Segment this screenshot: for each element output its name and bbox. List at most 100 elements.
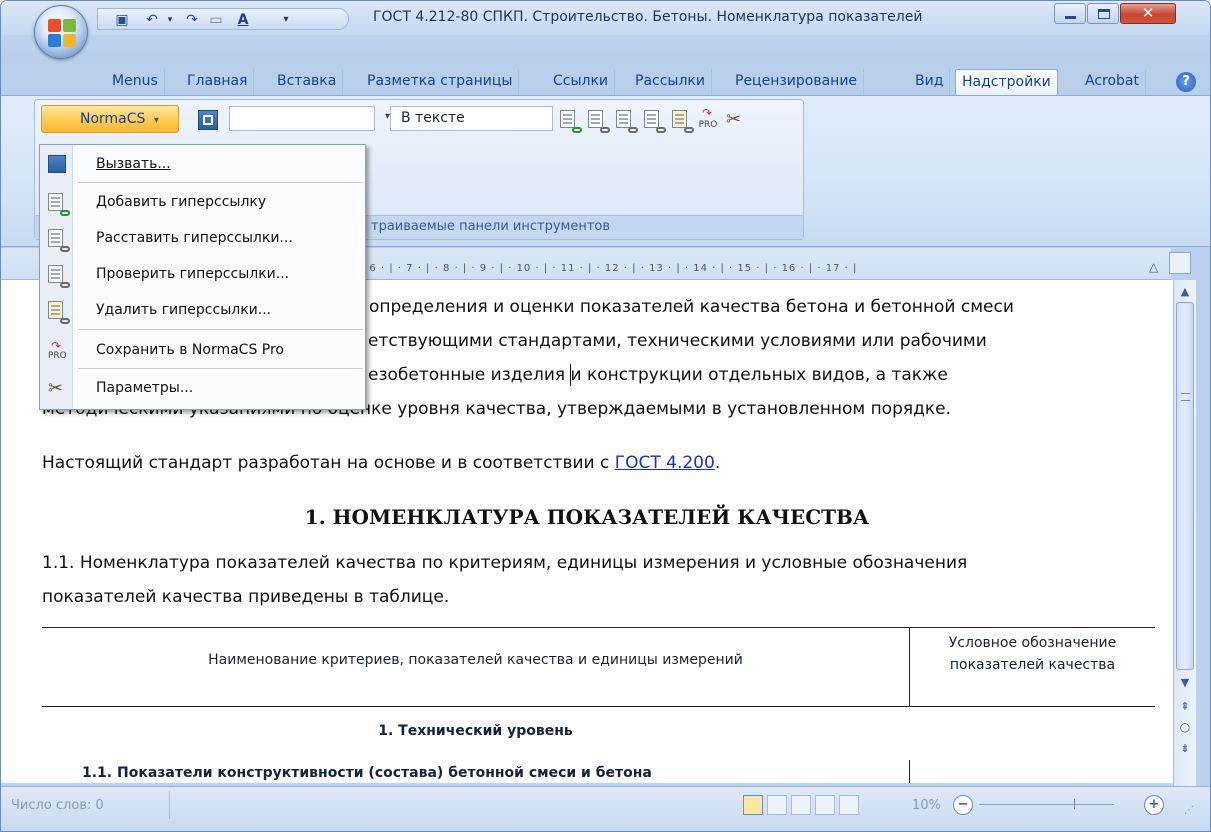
- place-hyperlinks-icon[interactable]: [586, 110, 610, 133]
- menu-item-settings[interactable]: ✂ Параметры...: [40, 373, 365, 405]
- office-button[interactable]: [34, 5, 88, 59]
- tab-page-layout[interactable]: Разметка страницы: [361, 69, 520, 95]
- save-icon[interactable]: ▣: [114, 12, 130, 28]
- quick-access-toolbar: ▣ ↶ ▾ ↷ ▭ A ▾: [97, 8, 349, 30]
- menu-item-call[interactable]: Вызвать...: [40, 149, 365, 181]
- help-icon[interactable]: ?: [1176, 72, 1196, 92]
- save-pro-icon: ↷ PRO: [48, 339, 67, 361]
- scroll-thumb[interactable]: [1176, 302, 1194, 670]
- doc-paragraph-2: Настоящий стандарт разработан на основе …: [42, 453, 720, 473]
- settings-icon[interactable]: ✂: [726, 110, 746, 130]
- draft-view-icon[interactable]: [839, 795, 859, 815]
- next-page-icon[interactable]: ⇟: [1178, 742, 1192, 755]
- menu-item-save-pro[interactable]: ↷ PRO Сохранить в NormaCS Pro: [40, 335, 365, 367]
- edit-hyperlinks-icon[interactable]: [642, 110, 666, 133]
- vertical-scrollbar[interactable]: ▲ ▼ ⇞ ○ ⇟: [1173, 280, 1196, 786]
- grip-icon: [1181, 393, 1190, 401]
- menu-item-add-hyperlink[interactable]: Добавить гиперссылку: [40, 187, 365, 219]
- menu-item-label: Расставить гиперссылки...: [96, 230, 293, 246]
- check-hyperlinks-icon[interactable]: [614, 110, 638, 133]
- combo-value: В тексте: [401, 110, 465, 126]
- zoom-mid-tick: [1074, 799, 1075, 809]
- undo-icon[interactable]: ↶: [144, 12, 160, 28]
- normacs-call-icon: [48, 155, 66, 173]
- zoom-level[interactable]: 10%: [912, 798, 941, 813]
- menu-item-label: Сохранить в NormaCS Pro: [96, 342, 284, 358]
- maximize-button[interactable]: [1087, 3, 1119, 24]
- normacs-call-icon[interactable]: [198, 110, 218, 130]
- office-logo-icon: [48, 19, 76, 47]
- normacs-dropdown-button[interactable]: NormaCS ▾: [41, 105, 179, 133]
- table-row-constructive: 1.1. Показатели конструктивности (состав…: [82, 765, 652, 781]
- doc-line-1: определения и оценки показателей качеств…: [369, 297, 1014, 317]
- table-column-divider-2: [909, 760, 910, 783]
- tab-review[interactable]: Рецензирование: [729, 69, 865, 95]
- full-screen-reading-icon[interactable]: [767, 795, 787, 815]
- delete-hyperlinks-icon[interactable]: [670, 110, 694, 133]
- word-count[interactable]: Число слов: 0: [11, 798, 104, 813]
- tab-view[interactable]: Вид: [909, 69, 951, 95]
- close-button[interactable]: ✕: [1120, 3, 1176, 24]
- tab-home[interactable]: Главная: [181, 69, 255, 95]
- menu-item-label: Параметры...: [96, 380, 194, 396]
- word-window: ▣ ↶ ▾ ↷ ▭ A ▾ ГОСТ 4.212-80 СПКП. Строит…: [0, 0, 1211, 832]
- close-icon: ✕: [1141, 4, 1155, 22]
- table-header-col2: Условное обозначение показателей качеств…: [948, 635, 1117, 673]
- minimize-button[interactable]: [1054, 3, 1086, 24]
- text-cursor: [570, 364, 571, 386]
- tab-insert[interactable]: Вставка: [271, 69, 344, 95]
- title-bar: ▣ ↶ ▾ ↷ ▭ A ▾ ГОСТ 4.212-80 СПКП. Строит…: [1, 1, 1210, 35]
- check-hyperlinks-icon: [48, 265, 70, 288]
- doc-para3-line2: показателей качества приведены в таблице…: [42, 587, 450, 607]
- customize-qat-icon[interactable]: ▾: [278, 12, 294, 28]
- settings-icon: ✂: [48, 378, 64, 399]
- paragraph-text: Настоящий стандарт разработан на основе …: [42, 453, 615, 473]
- outline-view-icon[interactable]: [815, 795, 835, 815]
- table-row-level: 1. Технический уровень: [378, 723, 573, 739]
- section-heading: 1. НОМЕНКЛАТУРА ПОКАЗАТЕЛЕЙ КАЧЕСТВА: [304, 505, 870, 529]
- tab-mailings[interactable]: Рассылки: [629, 69, 712, 95]
- undo-dropdown-icon[interactable]: ▾: [162, 12, 178, 28]
- ribbon-tabs: Menus Главная Вставка Разметка страницы …: [1, 69, 1210, 95]
- zoom-in-button[interactable]: +: [1144, 795, 1164, 815]
- menu-separator: [78, 182, 363, 183]
- menu-item-label: Добавить гиперссылку: [96, 194, 267, 210]
- zoom-slider[interactable]: [979, 804, 1114, 805]
- menu-item-check-hyperlinks[interactable]: Проверить гиперссылки...: [40, 259, 365, 291]
- toolbar-combo-1[interactable]: ▾: [229, 106, 390, 131]
- tab-acrobat[interactable]: Acrobat: [1079, 69, 1146, 95]
- web-layout-icon[interactable]: [791, 795, 811, 815]
- menu-item-delete-hyperlinks[interactable]: Удалить гиперссылки...: [40, 295, 365, 327]
- tab-references[interactable]: Ссылки: [547, 69, 616, 95]
- scroll-up-icon[interactable]: ▲: [1178, 285, 1192, 298]
- previous-page-icon[interactable]: ⇞: [1178, 700, 1192, 713]
- menu-separator: [78, 368, 363, 369]
- select-browse-object-icon[interactable]: ○: [1178, 720, 1192, 734]
- menu-item-place-hyperlinks[interactable]: Расставить гиперссылки...: [40, 223, 365, 255]
- scroll-down-icon[interactable]: ▼: [1178, 676, 1192, 689]
- menu-item-label: Проверить гиперссылки...: [96, 266, 290, 282]
- view-ruler-icon[interactable]: [1169, 252, 1191, 274]
- tab-menus[interactable]: Menus: [106, 69, 165, 95]
- minimize-icon: [1065, 16, 1076, 19]
- menu-item-label: Удалить гиперссылки...: [96, 302, 272, 318]
- save-pro-icon[interactable]: ↷ PRO: [698, 106, 718, 130]
- zoom-out-button[interactable]: −: [953, 795, 973, 815]
- font-style-icon[interactable]: A: [235, 12, 251, 28]
- print-layout-view-icon[interactable]: [743, 795, 763, 815]
- table-border-header: [42, 706, 1155, 707]
- status-divider: [169, 791, 170, 819]
- resize-grip-icon[interactable]: ⋰: [1184, 805, 1194, 816]
- add-hyperlink-icon[interactable]: [558, 110, 582, 133]
- link-placement-combo[interactable]: В тексте ▾: [390, 106, 568, 131]
- doc-line-2: етствующими стандартами, техническими ус…: [368, 331, 987, 351]
- place-hyperlinks-icon: [48, 229, 70, 252]
- redo-icon[interactable]: ↷: [184, 12, 200, 28]
- print-preview-icon[interactable]: ▭: [208, 12, 224, 28]
- status-bar: Число слов: 0 10% − + ⋰: [1, 786, 1210, 831]
- menu-item-label: Вызвать...: [96, 156, 171, 172]
- gost-4200-link[interactable]: ГОСТ 4.200: [615, 453, 715, 473]
- ruler-scale: · 6 · | · 7 · | · 8 · | · 9 · | · 10 · |…: [361, 263, 858, 274]
- tab-addins[interactable]: Надстройки: [955, 69, 1058, 95]
- indent-marker-icon[interactable]: △: [1149, 260, 1158, 274]
